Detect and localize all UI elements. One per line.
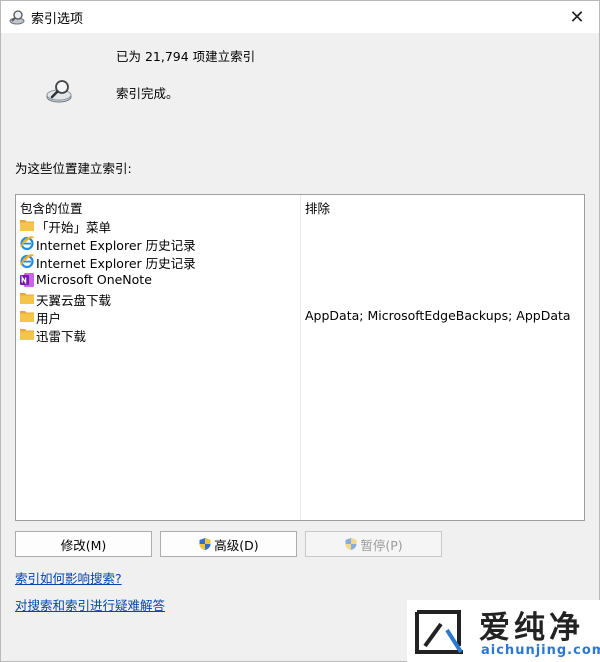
location-name: 迅雷下载 [36, 329, 87, 345]
advanced-button[interactable]: 高级(D) [160, 531, 297, 557]
folder-icon [19, 326, 35, 342]
watermark: 爱纯净 aichunjing.com [407, 600, 600, 662]
indexing-status-icon [45, 78, 75, 104]
pause-button[interactable]: 暂停(P) [305, 531, 442, 557]
modify-button-label: 修改(M) [60, 537, 107, 553]
folder-icon [19, 290, 35, 306]
indexed-locations-list[interactable]: 包含的位置 排除 「开始」菜单 Internet Explorer 历史记录 Int… [15, 194, 585, 521]
indexing-options-icon [9, 9, 27, 25]
list-item[interactable]: 用户 AppData; MicrosoftEdgeBackups; AppData [16, 307, 584, 326]
window-title: 索引选项 [31, 12, 84, 27]
included-locations-header: 包含的位置 [20, 201, 83, 216]
pause-button-label: 暂停(P) [360, 537, 403, 553]
list-item[interactable]: 「开始」菜单 [16, 216, 584, 235]
modify-button[interactable]: 修改(M) [15, 531, 152, 557]
title-bar: 索引选项 ✕ [1, 1, 599, 33]
location-name: 「开始」菜单 [36, 220, 112, 235]
location-name: 用户 [36, 311, 62, 326]
location-name: 天翼云盘下载 [36, 292, 112, 308]
shield-icon [344, 537, 358, 551]
indexed-items-count: 已为 21,794 项建立索引 [116, 49, 256, 64]
list-item[interactable]: Internet Explorer 历史记录 [16, 234, 584, 254]
folder-icon [19, 217, 35, 233]
list-item[interactable]: Microsoft OneNote [16, 271, 584, 289]
advanced-button-label: 高级(D) [214, 537, 259, 553]
watermark-url: aichunjing.com [481, 643, 600, 658]
list-item[interactable]: 天翼云盘下载 [16, 289, 584, 308]
location-name: Internet Explorer 历史记录 [36, 238, 196, 254]
how-indexing-affects-search-link[interactable]: 索引如何影响搜索? [15, 568, 122, 587]
location-name: Internet Explorer 历史记录 [36, 256, 196, 272]
list-item[interactable]: 迅雷下载 [16, 325, 584, 345]
internet-explorer-icon [19, 253, 35, 269]
internet-explorer-icon [19, 235, 35, 251]
list-item[interactable]: Internet Explorer 历史记录 [16, 252, 584, 272]
locations-label: 为这些位置建立索引: [15, 161, 132, 176]
shield-icon [198, 537, 212, 551]
troubleshoot-search-link[interactable]: 对搜索和索引进行疑难解答 [15, 595, 165, 614]
close-icon: ✕ [569, 6, 585, 28]
watermark-logo [413, 606, 469, 658]
excluded-header: 排除 [305, 201, 331, 216]
indexing-status-text: 索引完成。 [116, 86, 179, 101]
location-name: Microsoft OneNote [36, 271, 152, 287]
watermark-title: 爱纯净 [479, 610, 584, 646]
excluded-paths: AppData; MicrosoftEdgeBackups; AppData [305, 308, 571, 323]
onenote-icon [19, 272, 35, 288]
indexing-options-window: 索引选项 ✕ 已为 21,794 项建立索引 索引完成。 为这些位置建立索引: … [0, 0, 600, 662]
close-button[interactable]: ✕ [555, 1, 599, 33]
folder-icon [19, 308, 35, 324]
